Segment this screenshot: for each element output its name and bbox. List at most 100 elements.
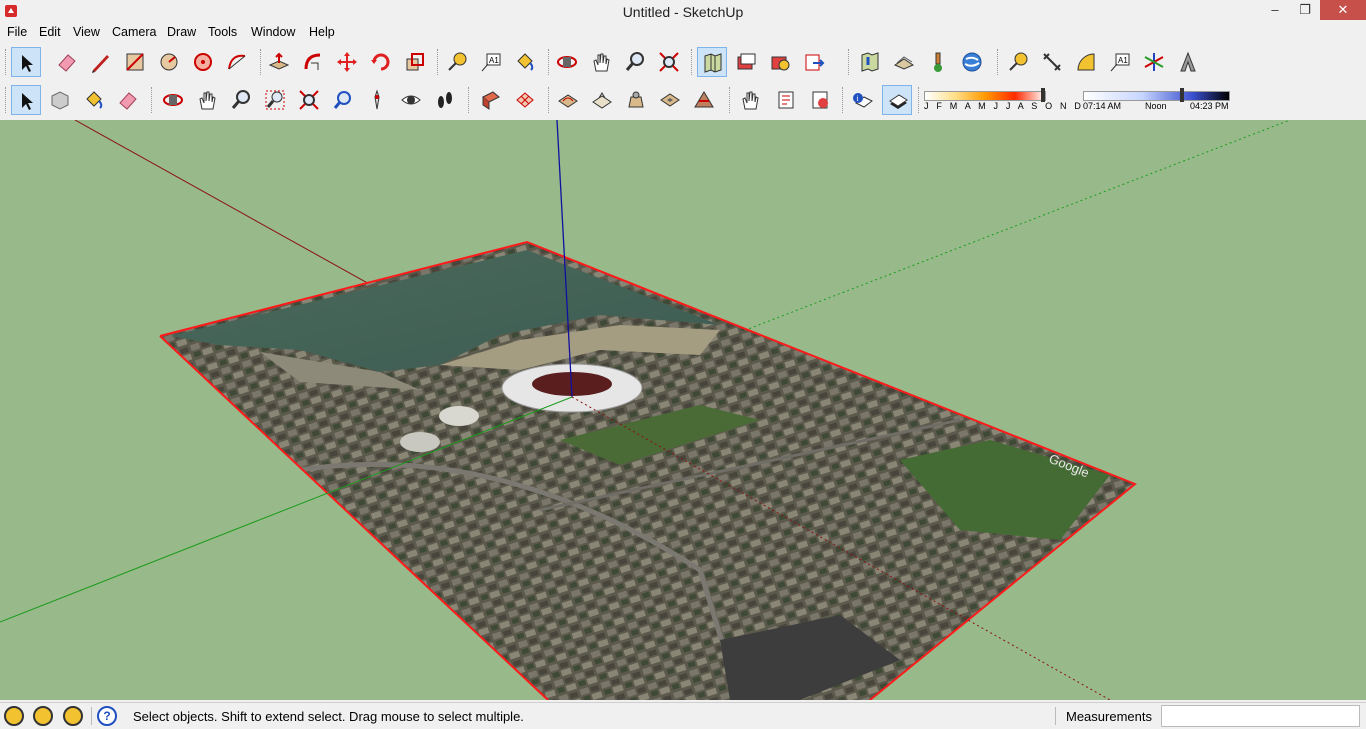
scale-tool[interactable]	[400, 47, 430, 77]
share-model-icon[interactable]	[731, 47, 761, 77]
make-component-icon[interactable]	[45, 85, 75, 115]
zoom-extents-icon[interactable]	[294, 85, 324, 115]
export-google-earth-icon[interactable]	[799, 47, 829, 77]
walk-icon[interactable]	[430, 85, 460, 115]
paint-bucket-icon[interactable]	[79, 85, 109, 115]
geo-location-icon[interactable]	[4, 706, 24, 726]
photo-textures-icon[interactable]	[923, 47, 953, 77]
paint-bucket-tool[interactable]	[510, 47, 540, 77]
toggle-terrain-icon[interactable]	[889, 47, 919, 77]
menu-view[interactable]: View	[73, 25, 100, 39]
copyright-icon[interactable]	[63, 706, 83, 726]
toolbar-grip[interactable]	[151, 87, 154, 113]
protractor-icon[interactable]	[1071, 47, 1101, 77]
circle-tool[interactable]	[154, 47, 184, 77]
hand-tool-icon[interactable]	[735, 85, 765, 115]
pan-icon[interactable]	[192, 85, 222, 115]
eraser-icon[interactable]	[113, 85, 143, 115]
update-scene-icon[interactable]	[805, 85, 835, 115]
time-slider-handle[interactable]	[1180, 88, 1184, 102]
rotate-tool[interactable]	[366, 47, 396, 77]
measurements-input[interactable]	[1161, 705, 1360, 727]
previous-view-icon[interactable]	[328, 85, 358, 115]
eraser-tool[interactable]	[52, 47, 82, 77]
follow-me-tool[interactable]	[298, 47, 328, 77]
polygon-tool[interactable]	[188, 47, 218, 77]
add-scene-icon[interactable]	[771, 85, 801, 115]
dimension-icon[interactable]	[1037, 47, 1067, 77]
menu-window[interactable]: Window	[251, 25, 295, 39]
move-tool[interactable]	[332, 47, 362, 77]
close-button[interactable]: ✕	[1320, 0, 1366, 20]
menu-edit[interactable]: Edit	[39, 25, 61, 39]
toolbar-grip[interactable]	[691, 49, 694, 75]
sandbox-from-scratch-icon[interactable]	[587, 85, 617, 115]
stamp-icon[interactable]	[655, 85, 685, 115]
toolbar-grip[interactable]	[5, 87, 8, 113]
menu-help[interactable]: Help	[309, 25, 335, 39]
select-tool[interactable]	[11, 85, 41, 115]
axes-icon[interactable]	[1139, 47, 1169, 77]
share-component-icon[interactable]	[765, 47, 795, 77]
preview-google-earth-icon[interactable]	[957, 47, 987, 77]
toolbar-grip[interactable]	[848, 49, 851, 75]
display-shadows-icon[interactable]	[882, 85, 912, 115]
svg-text:A1: A1	[489, 56, 499, 65]
toolbar-grip[interactable]	[548, 87, 551, 113]
toolbar-grip[interactable]	[729, 87, 732, 113]
text-tool[interactable]: A1	[476, 47, 506, 77]
time-noon-label: Noon	[1145, 101, 1167, 111]
zoom-icon[interactable]	[226, 85, 256, 115]
look-around-icon[interactable]	[396, 85, 426, 115]
drape-icon[interactable]	[689, 85, 719, 115]
3d-text-icon[interactable]	[1173, 47, 1203, 77]
orbit-tool[interactable]	[552, 47, 582, 77]
menu-draw[interactable]: Draw	[167, 25, 196, 39]
arc-tool[interactable]	[222, 47, 252, 77]
restore-button[interactable]: ❐	[1290, 0, 1320, 20]
push-pull-tool[interactable]	[264, 47, 294, 77]
toolbar-grip[interactable]	[437, 49, 440, 75]
pencil-line-tool[interactable]	[86, 47, 116, 77]
tape-measure-tool[interactable]	[442, 47, 472, 77]
position-camera-icon[interactable]	[362, 85, 392, 115]
toolbar-grip[interactable]	[260, 49, 263, 75]
section-plane-icon[interactable]	[476, 85, 506, 115]
smoove-icon[interactable]	[621, 85, 651, 115]
toolbar-grip[interactable]	[918, 87, 921, 113]
menu-tools[interactable]: Tools	[208, 25, 237, 39]
drawing-viewport[interactable]: Google	[0, 120, 1366, 700]
toolbar-grip[interactable]	[842, 87, 845, 113]
section-cut-icon[interactable]	[510, 85, 540, 115]
add-location-icon[interactable]	[855, 47, 885, 77]
menu-camera[interactable]: Camera	[112, 25, 156, 39]
orbit-icon[interactable]	[158, 85, 188, 115]
toolbar-grip[interactable]	[5, 49, 8, 75]
window-title: Untitled - SketchUp	[622, 4, 744, 20]
pan-tool[interactable]	[586, 47, 616, 77]
menu-file[interactable]: File	[7, 25, 27, 39]
zoom-tool[interactable]	[620, 47, 650, 77]
svg-text:A1: A1	[1118, 56, 1128, 65]
shadow-settings-icon[interactable]: i	[848, 85, 878, 115]
help-icon[interactable]: ?	[97, 706, 117, 726]
model-canvas[interactable]: Google	[0, 120, 1366, 700]
toolbar-grip[interactable]	[548, 49, 551, 75]
zoom-extents-tool[interactable]	[654, 47, 684, 77]
rectangle-tool[interactable]	[120, 47, 150, 77]
sandbox-from-contours-icon[interactable]	[553, 85, 583, 115]
get-models-icon[interactable]	[697, 47, 727, 77]
month-slider-handle[interactable]	[1041, 88, 1045, 102]
toolbar-grip[interactable]	[997, 49, 1000, 75]
select-tool[interactable]	[11, 47, 41, 77]
credits-icon[interactable]	[33, 706, 53, 726]
tape-measure-icon[interactable]	[1003, 47, 1033, 77]
text-label-icon[interactable]: A1	[1105, 47, 1135, 77]
toolbar-grip[interactable]	[468, 87, 471, 113]
month-slider[interactable]	[924, 91, 1046, 101]
zoom-window-icon[interactable]	[260, 85, 290, 115]
time-slider[interactable]	[1083, 91, 1230, 101]
status-hint: Select objects. Shift to extend select. …	[133, 709, 524, 724]
minimize-button[interactable]: –	[1260, 0, 1290, 20]
status-separator	[1055, 707, 1056, 725]
